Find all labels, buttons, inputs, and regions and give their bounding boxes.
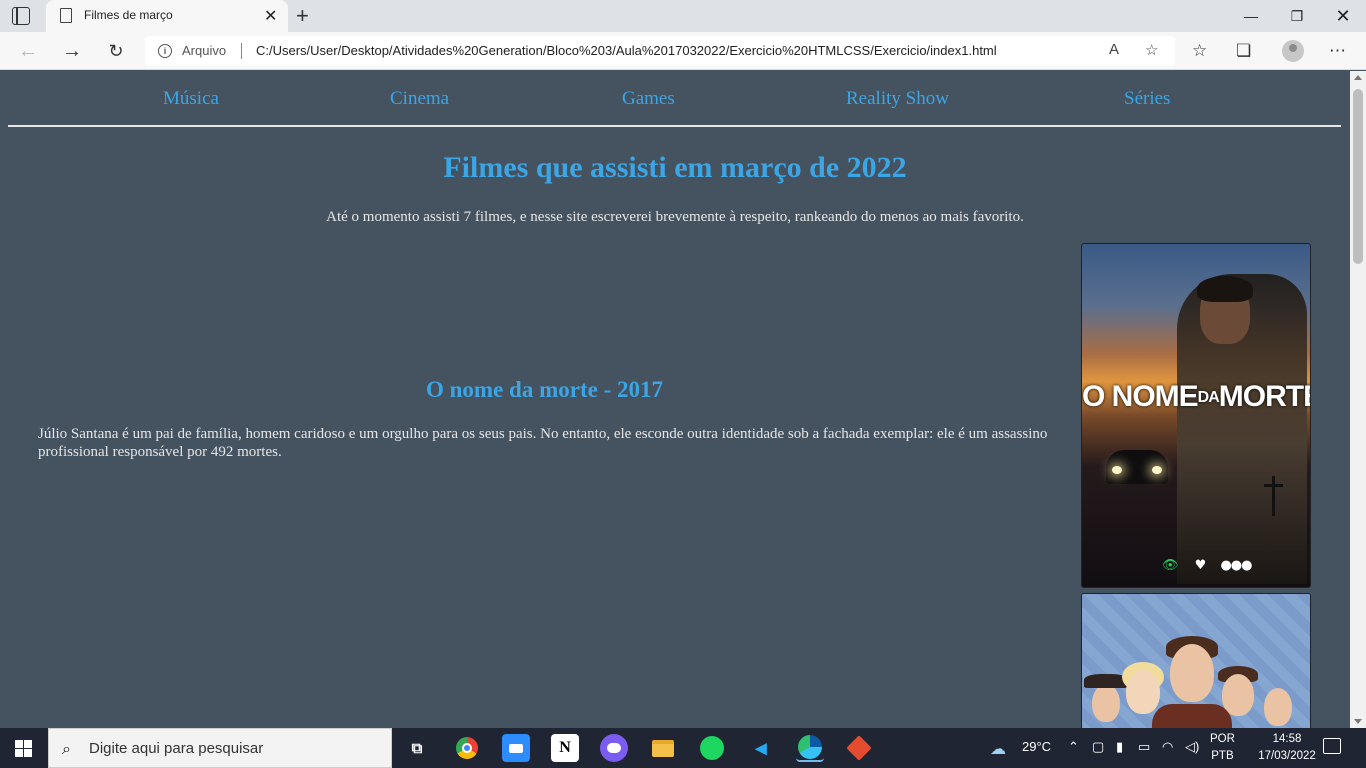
back-icon[interactable]: ← (14, 38, 42, 64)
weather-temperature[interactable]: 29°C (1022, 739, 1051, 754)
movie-description: Júlio Santana é um pai de família, homem… (38, 426, 1048, 460)
menu-item-musica[interactable]: Música (163, 88, 219, 110)
menu-item-games[interactable]: Games (622, 88, 675, 110)
chrome-icon[interactable] (453, 734, 481, 762)
tab-title: Filmes de março (84, 8, 173, 22)
clock[interactable]: 14:58 17/03/2022 (1252, 731, 1322, 765)
poster-face (1264, 688, 1292, 726)
read-aloud-icon[interactable]: A (1109, 41, 1119, 58)
info-icon[interactable]: i (158, 44, 172, 58)
collections-icon[interactable]: ❏ (1236, 41, 1251, 61)
language-code: POR (1210, 733, 1235, 745)
top-menu: Música Cinema Games Reality Show Séries (8, 71, 1341, 127)
weather-icon[interactable]: ☁ (990, 739, 1006, 759)
poster-title-part: DA (1197, 389, 1220, 407)
address-bar[interactable]: i Arquivo C:/Users/User/Desktop/Atividad… (145, 36, 1175, 66)
edge-icon[interactable] (796, 734, 824, 762)
poster-headlight (1152, 466, 1162, 474)
file-explorer-icon[interactable] (649, 734, 677, 762)
address-divider (241, 43, 242, 59)
taskbar-search[interactable]: ⌕ Digite aqui para pesquisar (48, 728, 392, 768)
poster-headlight (1112, 466, 1122, 474)
keyboard-layout: PTB (1211, 750, 1234, 762)
discord-icon[interactable] (600, 734, 628, 762)
forward-icon[interactable]: → (58, 38, 86, 64)
close-window-icon[interactable]: ✕ (1320, 0, 1366, 32)
scroll-down-icon[interactable] (1354, 719, 1362, 724)
poster-suit (1152, 704, 1232, 728)
tab-actions-icon[interactable] (12, 7, 30, 25)
notion-icon[interactable]: N (551, 734, 579, 762)
vscode-icon[interactable]: ◂ (747, 734, 775, 762)
page-title: Filmes que assisti em março de 2022 (443, 151, 907, 184)
volume-icon[interactable]: ◁) (1185, 739, 1199, 755)
search-placeholder: Digite aqui para pesquisar (89, 740, 264, 757)
profile-icon[interactable] (1282, 40, 1304, 62)
restore-icon[interactable]: ❐ (1274, 0, 1320, 32)
menu-item-series[interactable]: Séries (1124, 88, 1170, 110)
windows-taskbar: ⌕ Digite aqui para pesquisar ⧉ N ◂ ☁ 29°… (0, 728, 1366, 768)
poster-cross (1264, 476, 1283, 516)
poster-face (1126, 670, 1160, 714)
wifi-icon[interactable]: ◠ (1162, 739, 1173, 755)
eye-icon[interactable]: 👁 (1162, 558, 1179, 573)
movie-poster-o-nome-da-morte: O NOMEDAMORTE 👁 ♥ ●●● (1081, 243, 1311, 588)
clock-date: 17/03/2022 (1258, 750, 1316, 762)
camera-icon[interactable]: ▢ (1092, 739, 1104, 755)
favorites-icon[interactable]: ☆ (1192, 41, 1207, 61)
movie-title: O nome da morte - 2017 (426, 377, 663, 402)
spotify-icon[interactable] (698, 734, 726, 762)
poster-title-part: MORTE (1218, 380, 1310, 413)
menu-item-reality-show[interactable]: Reality Show (846, 88, 949, 110)
poster-face (1092, 684, 1120, 722)
chevron-up-icon[interactable]: ⌃ (1068, 739, 1079, 755)
browser-title-bar: Filmes de março ✕ + — ❐ ✕ (0, 0, 1366, 32)
search-icon: ⌕ (62, 739, 71, 758)
poster-actions: 👁 ♥ ●●● (1162, 558, 1252, 573)
add-favorite-icon[interactable]: ☆ (1145, 41, 1158, 59)
close-icon[interactable]: ✕ (264, 6, 277, 26)
clock-time: 14:58 (1272, 733, 1302, 745)
address-label: Arquivo (182, 43, 227, 58)
browser-toolbar: ← → ↻ i Arquivo C:/Users/User/Desktop/At… (0, 32, 1366, 70)
minimize-icon[interactable]: — (1228, 0, 1274, 32)
battery-icon[interactable]: ▭ (1138, 739, 1150, 755)
windows-start-icon[interactable] (15, 740, 32, 757)
page-scrollbar[interactable] (1350, 71, 1366, 728)
reload-icon[interactable]: ↻ (102, 38, 130, 64)
movie-poster-second (1081, 593, 1311, 728)
plus-icon[interactable]: + (296, 3, 309, 29)
page-content: Música Cinema Games Reality Show Séries … (0, 71, 1350, 728)
scroll-up-icon[interactable] (1354, 75, 1362, 80)
notification-icon[interactable] (1323, 738, 1341, 754)
task-view-icon[interactable]: ⧉ (403, 734, 431, 762)
poster-hair (1197, 276, 1253, 302)
url-text[interactable]: C:/Users/User/Desktop/Atividades%20Gener… (256, 43, 997, 58)
microphone-icon[interactable]: ▮ (1116, 739, 1123, 755)
intro-text: Até o momento assisti 7 filmes, e nesse … (326, 209, 1024, 225)
browser-tab[interactable]: Filmes de março ✕ (46, 0, 288, 32)
heart-icon[interactable]: ♥ (1195, 558, 1207, 573)
language-indicator[interactable]: POR PTB (1210, 731, 1235, 765)
menu-item-cinema[interactable]: Cinema (390, 88, 449, 110)
scrollbar-thumb[interactable] (1353, 89, 1363, 264)
git-icon[interactable] (845, 734, 873, 762)
document-icon (60, 8, 72, 23)
poster-title: O NOMEDAMORTE (1082, 380, 1310, 414)
zoom-icon[interactable] (502, 734, 530, 762)
more-icon[interactable]: ●●● (1220, 558, 1252, 573)
poster-face (1170, 644, 1214, 702)
more-icon[interactable]: ⋯ (1329, 41, 1346, 61)
poster-title-part: O NOME (1082, 380, 1199, 413)
